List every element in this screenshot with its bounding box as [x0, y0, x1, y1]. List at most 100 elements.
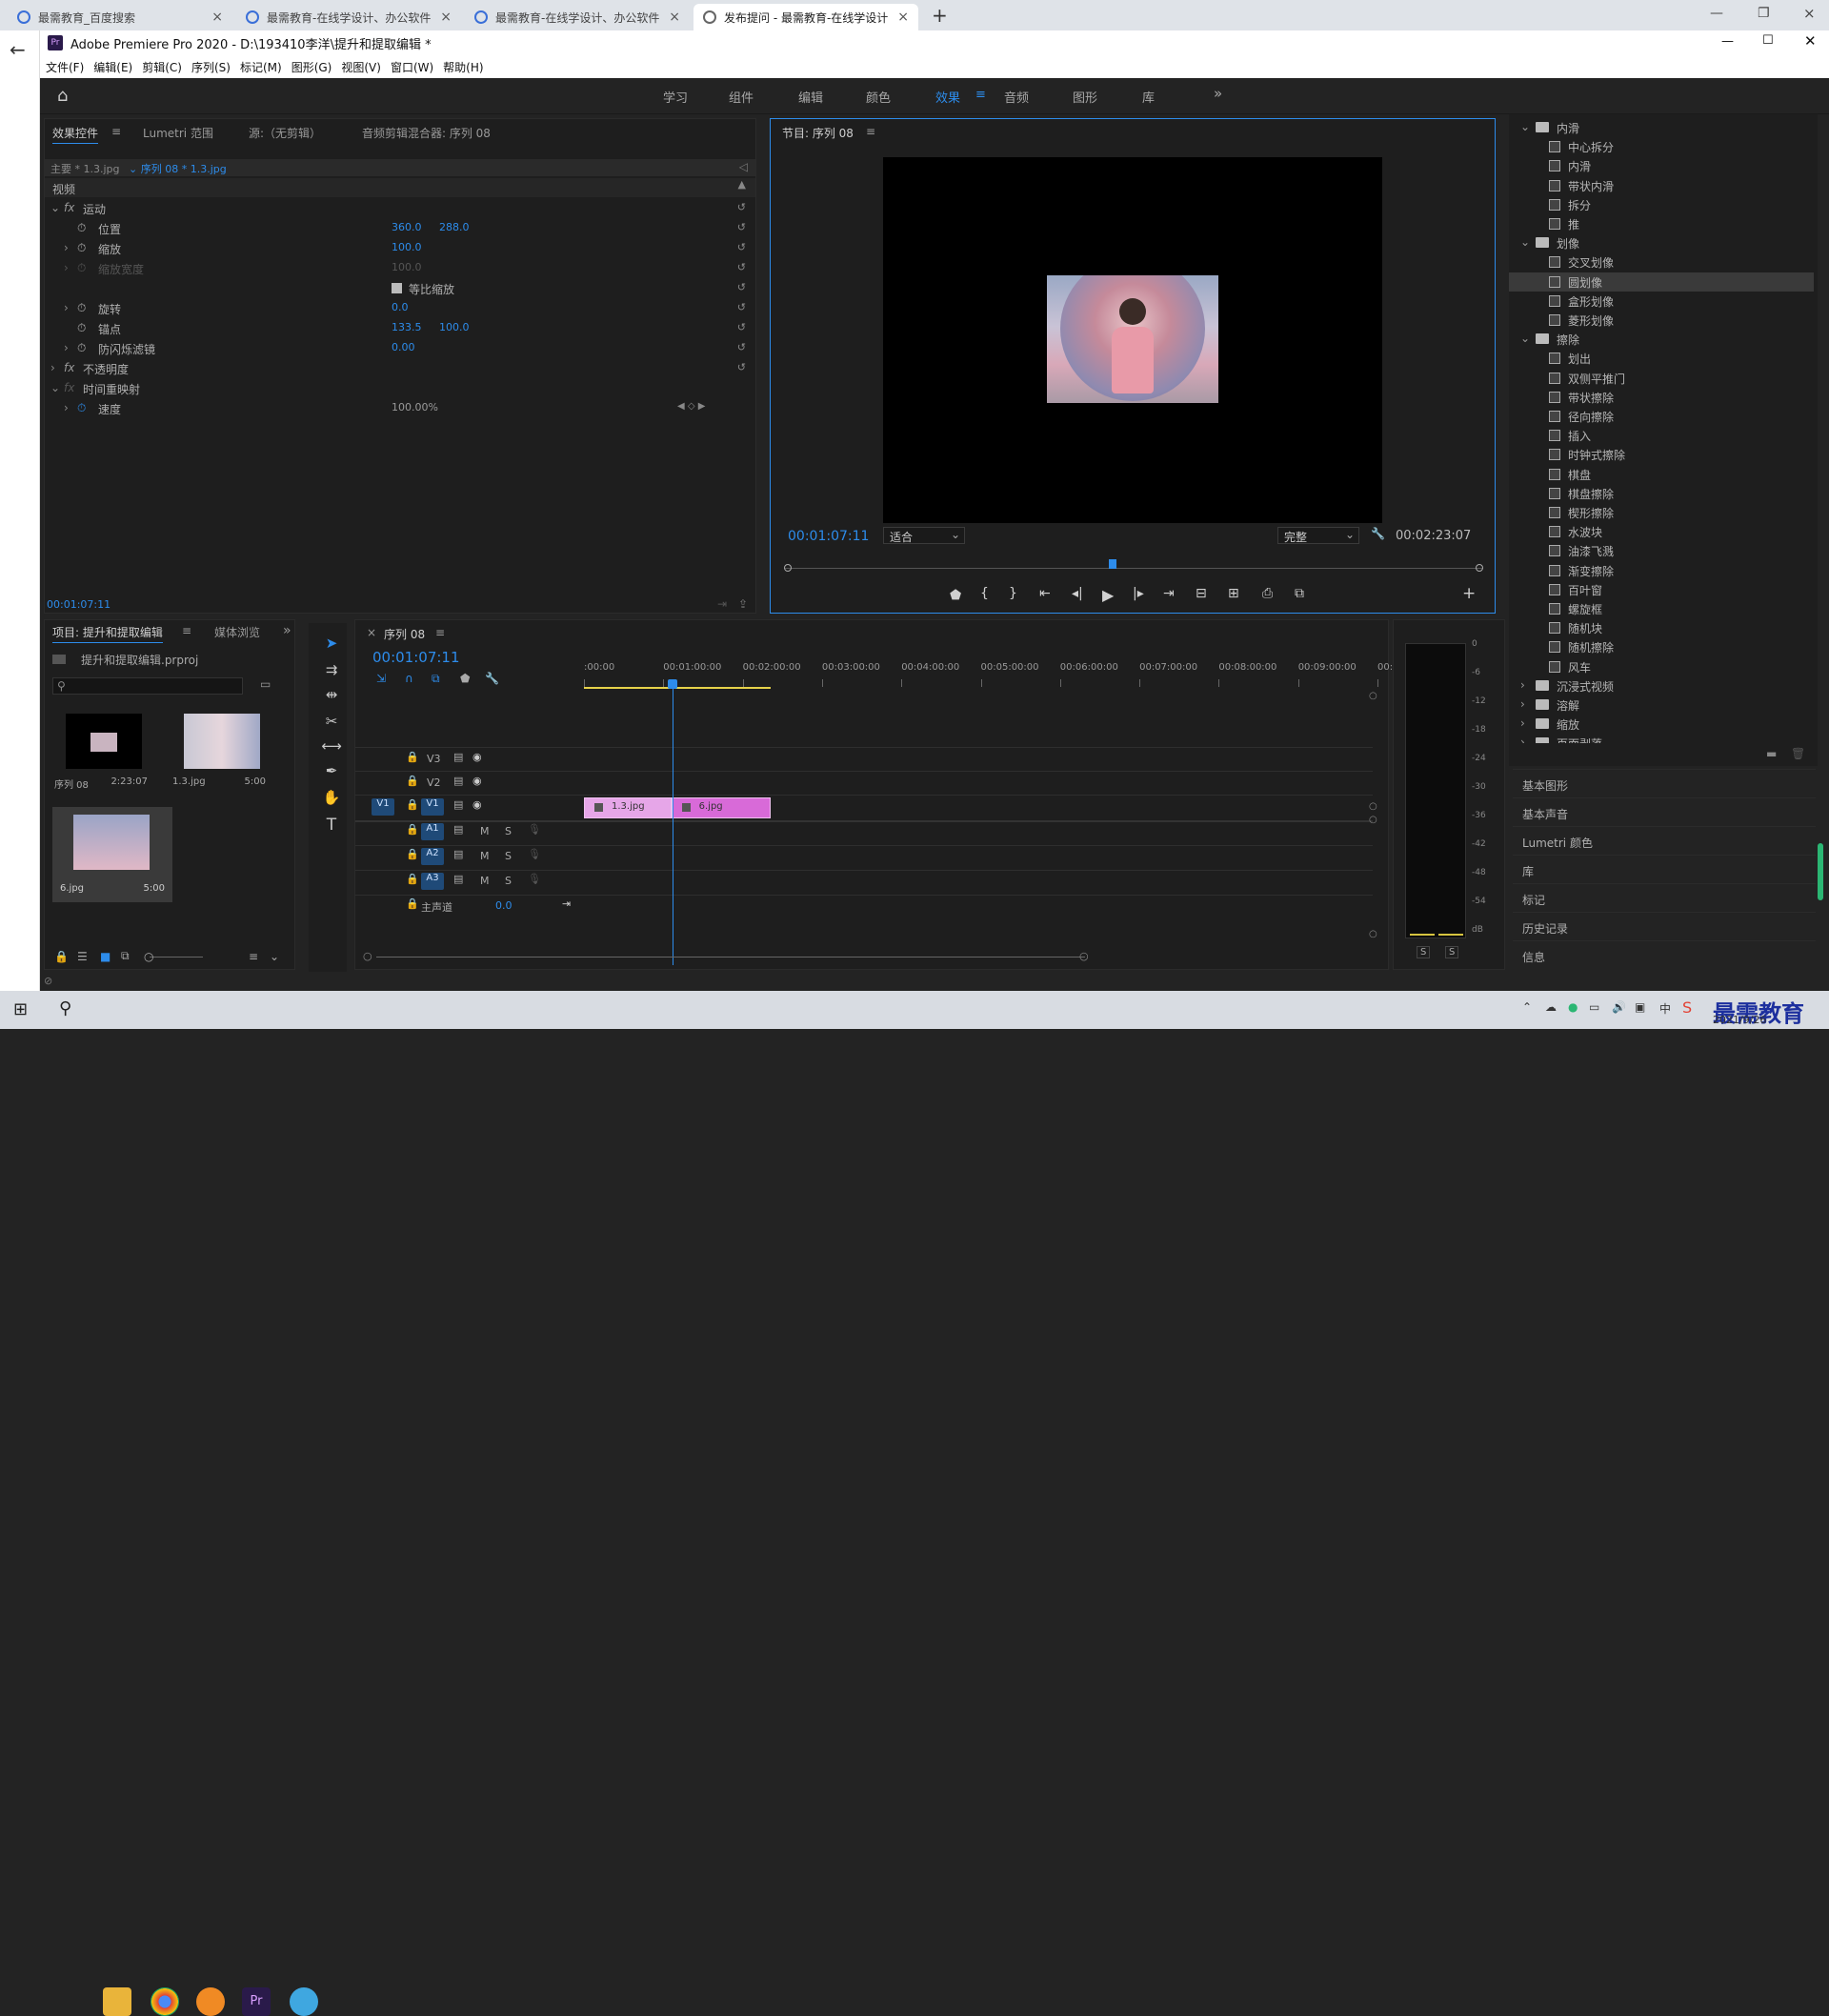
effect-item[interactable]: 中心拆分	[1509, 137, 1814, 156]
home-icon[interactable]: ⌂	[57, 86, 68, 106]
panel-lumetri-color[interactable]: Lumetri 颜色	[1513, 826, 1816, 855]
scroll-handle-top[interactable]: ○	[1369, 691, 1377, 701]
sogou-icon[interactable]: S	[1682, 998, 1692, 1017]
tab-source[interactable]: 源:（无剪辑）	[249, 125, 321, 141]
effect-item[interactable]: 渐变擦除	[1509, 561, 1814, 580]
browser-tab[interactable]: 最需教育-在线学设计、办公软件 ×	[465, 4, 690, 30]
source-patch-v1[interactable]: V1	[372, 798, 394, 816]
play-icon[interactable]: ▶	[1102, 586, 1114, 604]
track-target-a2[interactable]: A2	[421, 848, 444, 865]
step-back-icon[interactable]: ◂|	[1072, 586, 1083, 601]
sync-lock-icon[interactable]: ▤	[453, 798, 463, 811]
expand-arrow-icon[interactable]: ›	[64, 401, 69, 414]
menu-window[interactable]: 窗口(W)	[391, 59, 433, 75]
anchor-x-value[interactable]: 133.5	[392, 321, 422, 333]
mark-out-icon[interactable]: }	[1009, 586, 1017, 601]
expand-chevron-icon[interactable]: ⌄	[1520, 332, 1530, 345]
linked-selection-icon[interactable]: ⧉	[432, 672, 440, 686]
notification-icon[interactable]: ▣	[1635, 1000, 1645, 1014]
expand-chevron-icon[interactable]: ⌄	[1520, 235, 1530, 249]
go-to-end-icon[interactable]: ⇥	[562, 897, 571, 910]
lock-icon[interactable]: 🔒	[406, 798, 419, 811]
effect-item[interactable]: 推	[1509, 214, 1814, 233]
panel-libraries[interactable]: 库	[1513, 855, 1816, 883]
solo-button[interactable]: S	[505, 875, 512, 887]
effect-folder[interactable]: › 缩放	[1509, 715, 1814, 734]
effect-item[interactable]: 风车	[1509, 657, 1814, 676]
tab-project[interactable]: 项目: 提升和提取编辑	[52, 624, 163, 643]
microphone-icon[interactable]: 🎙	[528, 873, 541, 885]
chrome-icon[interactable]	[151, 1987, 179, 2016]
browser-tab[interactable]: 最需教育-在线学设计、办公软件 ×	[236, 4, 461, 30]
workspace-learn[interactable]: 学习	[663, 88, 688, 106]
new-tab-button[interactable]: +	[932, 4, 948, 27]
effect-folder[interactable]: ⌄ 擦除	[1509, 330, 1814, 349]
stopwatch-icon[interactable]: ⏱	[77, 221, 86, 235]
list-view-icon[interactable]: ☰	[77, 950, 88, 963]
browser-tab[interactable]: 最需教育_百度搜索 ×	[8, 4, 232, 30]
freeform-view-icon[interactable]: ⧉	[121, 949, 130, 963]
out-handle[interactable]	[1476, 564, 1483, 572]
mark-in-icon[interactable]: {	[980, 586, 989, 601]
search-icon[interactable]: ⚲	[59, 998, 71, 1018]
clock-date[interactable]: 2021/9/26	[1713, 1014, 1766, 1026]
mute-button[interactable]: M	[480, 850, 490, 862]
menu-edit[interactable]: 编辑(E)	[93, 59, 132, 75]
browser-app-icon[interactable]	[196, 1987, 225, 2016]
track-target-a1[interactable]: A1	[421, 823, 444, 840]
microphone-icon[interactable]: 🎙	[528, 823, 541, 836]
effect-item[interactable]: 随机擦除	[1509, 637, 1814, 656]
sync-lock-icon[interactable]: ▤	[453, 848, 463, 860]
expand-arrow-icon[interactable]: ›	[64, 341, 69, 354]
workspace-libraries[interactable]: 库	[1142, 88, 1155, 106]
panel-menu-icon[interactable]: ≡	[111, 125, 121, 138]
hand-tool-icon[interactable]: ✋	[321, 789, 342, 810]
lock-icon[interactable]: 🔒	[406, 823, 419, 836]
program-scrubber[interactable]	[784, 559, 1483, 576]
microphone-icon[interactable]: 🎙	[528, 848, 541, 860]
reset-icon[interactable]: ↺	[737, 341, 746, 353]
panel-essential-sound[interactable]: 基本声音	[1513, 797, 1816, 826]
pen-tool-icon[interactable]: ✒	[321, 762, 342, 783]
effect-item[interactable]: 内滑	[1509, 156, 1814, 175]
expand-arrow-icon[interactable]: ›	[50, 361, 55, 374]
stopwatch-icon[interactable]: ⏱	[77, 401, 86, 415]
reset-icon[interactable]: ↺	[737, 221, 746, 233]
sync-lock-icon[interactable]: ▤	[453, 775, 463, 787]
expand-arrow-icon[interactable]: ›	[64, 241, 69, 254]
lock-icon[interactable]: 🔒	[406, 775, 419, 787]
menu-graphics[interactable]: 图形(G)	[291, 59, 332, 75]
eye-icon[interactable]: ◉	[472, 751, 482, 763]
wrench-icon[interactable]: 🔧	[1371, 527, 1385, 540]
project-item-image-selected[interactable]: 6.jpg 5:00	[52, 807, 172, 902]
eye-icon[interactable]: ◉	[472, 798, 482, 811]
browser-restore-icon[interactable]: ❐	[1758, 6, 1770, 21]
fit-dropdown[interactable]: 适合 ⌄	[883, 527, 965, 544]
razor-tool-icon[interactable]: ✂	[321, 713, 342, 734]
browser-minimize-icon[interactable]: —	[1710, 6, 1723, 21]
camera-icon[interactable]: ⎙	[1262, 586, 1273, 601]
effect-item[interactable]: 水波块	[1509, 522, 1814, 541]
browser-tab-active[interactable]: 发布提问 - 最需教育-在线学设计 ×	[693, 4, 918, 30]
lock-icon[interactable]: 🔒	[406, 873, 419, 885]
back-arrow-icon[interactable]: ←	[10, 38, 26, 61]
minimize-icon[interactable]: —	[1721, 34, 1734, 49]
filter-icon[interactable]: ⇥	[717, 597, 727, 611]
quality-dropdown[interactable]: 完整 ⌄	[1277, 527, 1359, 544]
effect-folder[interactable]: ⌄ 划像	[1509, 233, 1814, 252]
new-bin-icon[interactable]: ▬	[1766, 747, 1777, 760]
zoom-slider[interactable]	[150, 957, 203, 958]
reset-icon[interactable]: ↺	[737, 361, 746, 373]
effect-item[interactable]: 随机块	[1509, 618, 1814, 637]
overflow-icon[interactable]: »	[283, 623, 291, 638]
menu-sequence[interactable]: 序列(S)	[191, 59, 231, 75]
type-tool-icon[interactable]: T	[321, 816, 342, 837]
file-explorer-icon[interactable]	[103, 1987, 131, 2016]
icon-view-icon[interactable]: ■	[100, 950, 111, 963]
keyframe-nav-icon[interactable]: ◀ ◇ ▶	[677, 401, 705, 412]
export-icon[interactable]: ⇪	[738, 597, 748, 611]
reset-icon[interactable]: ↺	[737, 261, 746, 273]
effect-item[interactable]: 油漆飞溅	[1509, 541, 1814, 560]
close-tab-icon[interactable]: ×	[440, 10, 452, 25]
mute-button[interactable]: M	[480, 825, 490, 837]
